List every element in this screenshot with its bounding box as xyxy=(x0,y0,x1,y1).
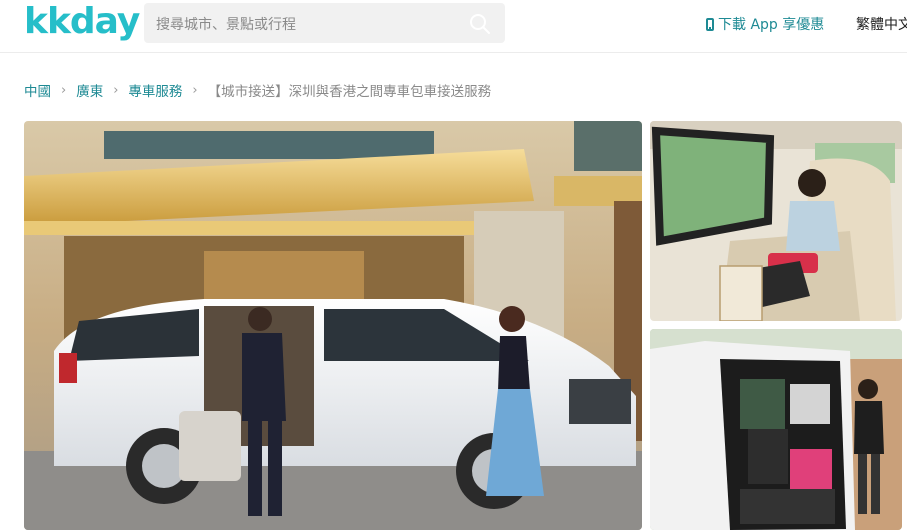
chevron-right-icon: › xyxy=(192,82,198,98)
breadcrumb-item-private-transfer[interactable]: 專車服務 xyxy=(128,80,182,100)
search-bar[interactable]: 搜尋城市、景點或行程 xyxy=(144,3,505,43)
breadcrumb-item-china[interactable]: 中國 xyxy=(24,80,51,100)
van-interior-passenger-photo xyxy=(650,121,902,321)
breadcrumb-current: 【城市接送】深圳與香港之間專車包車接送服務 xyxy=(207,84,492,100)
secondary-photo-top[interactable] xyxy=(650,121,902,321)
language-selector[interactable]: 繁體中文 xyxy=(856,14,907,34)
download-app-link[interactable]: 下載 App 享優惠 xyxy=(706,14,824,34)
breadcrumb-item-guangdong[interactable]: 廣東 xyxy=(76,80,103,100)
chevron-right-icon: › xyxy=(61,82,67,98)
breadcrumb: 中國 › 廣東 › 專車服務 › 【城市接送】深圳與香港之間專車包車接送服務 xyxy=(24,80,492,101)
phone-icon xyxy=(706,17,714,31)
download-app-label: 下載 App 享優惠 xyxy=(718,17,825,33)
site-header: kkday 搜尋城市、景點或行程 下載 App 享優惠 繁體中文 xyxy=(0,0,907,53)
search-input[interactable]: 搜尋城市、景點或行程 xyxy=(156,14,296,34)
search-icon[interactable] xyxy=(469,13,491,35)
secondary-photo-bottom[interactable] xyxy=(650,329,902,530)
white-van-hotel-photo xyxy=(24,121,642,530)
chevron-right-icon: › xyxy=(113,82,119,98)
van-trunk-luggage-photo xyxy=(650,329,902,530)
kkday-logo[interactable]: kkday xyxy=(24,2,140,42)
main-photo[interactable] xyxy=(24,121,642,530)
